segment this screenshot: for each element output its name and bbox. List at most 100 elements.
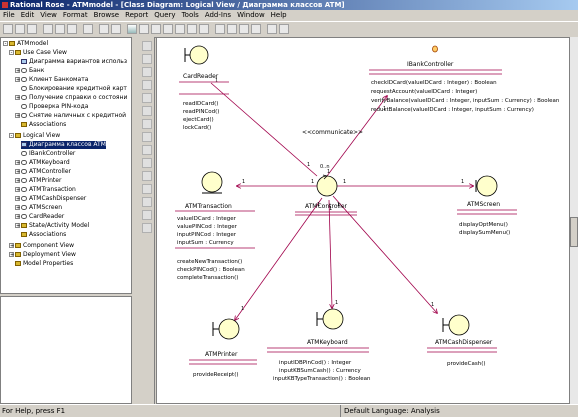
- assoc-controller-cash[interactable]: [332, 195, 437, 313]
- copy-icon[interactable]: [55, 24, 65, 34]
- expand-icon[interactable]: +: [15, 95, 20, 101]
- tree-item[interactable]: + Снятие наличных с кредитной: [15, 112, 126, 120]
- selection-arrow-icon[interactable]: [142, 41, 152, 51]
- browse-class-diagram-icon[interactable]: [127, 24, 137, 34]
- collapse-icon[interactable]: -: [3, 41, 8, 47]
- zoom-out-icon[interactable]: [227, 24, 237, 34]
- class-atmtransaction[interactable]: ATMTransaction valueIDCard : Integer val…: [175, 171, 255, 281]
- tree-item[interactable]: + Получение справки о состояни: [15, 94, 127, 102]
- cut-icon[interactable]: [43, 24, 53, 34]
- expand-icon[interactable]: +: [15, 68, 20, 74]
- browse-interaction-icon[interactable]: [139, 24, 149, 34]
- expand-icon[interactable]: +: [15, 178, 20, 184]
- browse-state-icon[interactable]: [163, 24, 173, 34]
- tree-item[interactable]: + ATMScreen: [15, 204, 62, 212]
- menu-edit[interactable]: Edit: [18, 11, 38, 19]
- class-tool-icon[interactable]: [142, 93, 152, 103]
- browse-parent-icon[interactable]: [187, 24, 197, 34]
- expand-icon[interactable]: +: [15, 205, 20, 211]
- tree-item[interactable]: + ATMPrinter: [15, 177, 61, 185]
- boundary-tool-icon[interactable]: [142, 197, 152, 207]
- class-atmcashdispenser[interactable]: ATMCashDispenser provideCash(): [427, 314, 497, 367]
- expand-icon[interactable]: +: [15, 77, 20, 83]
- tree-item-selected[interactable]: Диаграмма классов ATM: [21, 141, 106, 149]
- vertical-scrollbar[interactable]: [569, 37, 578, 404]
- association-tool-icon[interactable]: [142, 119, 152, 129]
- menu-tools[interactable]: Tools: [179, 11, 202, 19]
- class-atmcontroller[interactable]: ATMController: [295, 174, 357, 216]
- class-atmprinter[interactable]: ATMPrinter provideReceipt(): [189, 318, 257, 378]
- paste-icon[interactable]: [67, 24, 77, 34]
- class-cardreader[interactable]: CardReader readIDCard() readPINCod() eje…: [179, 45, 229, 131]
- tree-item[interactable]: + CardReader: [15, 213, 64, 221]
- context-help-icon[interactable]: [111, 24, 121, 34]
- tree-item[interactable]: + Банк: [15, 67, 44, 75]
- scroll-thumb[interactable]: [570, 217, 578, 247]
- tree-item[interactable]: Проверка PIN-кода: [21, 103, 88, 111]
- new-icon[interactable]: [3, 24, 13, 34]
- browse-previous-icon[interactable]: [199, 24, 209, 34]
- unidirectional-association-icon[interactable]: [142, 132, 152, 142]
- menu-window[interactable]: Window: [234, 11, 268, 19]
- menu-report[interactable]: Report: [122, 11, 151, 19]
- collapse-icon[interactable]: -: [9, 133, 14, 139]
- browse-deployment-icon[interactable]: [175, 24, 185, 34]
- menu-browse[interactable]: Browse: [91, 11, 123, 19]
- menu-view[interactable]: View: [37, 11, 60, 19]
- tree-item[interactable]: + ATMController: [15, 168, 71, 176]
- class-ibankcontroller[interactable]: IBankController checkIDCard(valueIDCard …: [369, 45, 560, 113]
- control-tool-icon[interactable]: [142, 223, 152, 233]
- zoom-in-icon[interactable]: [215, 24, 225, 34]
- tree-item[interactable]: Диаграмма вариантов использ: [21, 58, 127, 66]
- generalization-tool-icon[interactable]: [142, 171, 152, 181]
- tree-component-view[interactable]: + Component View: [9, 242, 74, 250]
- tree-root[interactable]: - ATMmodel: [3, 40, 48, 48]
- menu-add-ins[interactable]: Add-Ins: [202, 11, 234, 19]
- tree-item[interactable]: + ATMCashDispenser: [15, 195, 86, 203]
- tree-logical-view[interactable]: - Logical View: [9, 132, 60, 140]
- browse-component-icon[interactable]: [151, 24, 161, 34]
- expand-icon[interactable]: +: [15, 113, 20, 119]
- anchor-note-icon[interactable]: [142, 80, 152, 90]
- text-box-icon[interactable]: [142, 54, 152, 64]
- layout-icon[interactable]: [267, 24, 277, 34]
- tree-item[interactable]: IBankController: [21, 150, 75, 158]
- tree-item[interactable]: + Клиент Банкомата: [15, 76, 88, 84]
- expand-icon[interactable]: +: [9, 252, 14, 258]
- tree-item[interactable]: Associations: [21, 231, 66, 239]
- class-atmkeyboard[interactable]: ATMKeyboard inputIDBPinCod() : Integer i…: [267, 308, 371, 382]
- menu-file[interactable]: File: [0, 11, 18, 19]
- expand-icon[interactable]: +: [15, 169, 20, 175]
- assoc-controller-keyboard[interactable]: [328, 199, 332, 308]
- note-icon[interactable]: [142, 67, 152, 77]
- collapse-icon[interactable]: -: [9, 50, 14, 56]
- expand-icon[interactable]: +: [15, 223, 20, 229]
- print-icon[interactable]: [83, 24, 93, 34]
- properties-icon[interactable]: [279, 24, 289, 34]
- tree-item[interactable]: Associations: [21, 121, 66, 129]
- assoc-controller-printer[interactable]: [235, 197, 323, 320]
- open-icon[interactable]: [15, 24, 25, 34]
- fit-in-window-icon[interactable]: [239, 24, 249, 34]
- entity-tool-icon[interactable]: [142, 210, 152, 220]
- menu-format[interactable]: Format: [60, 11, 91, 19]
- class-atmscreen[interactable]: ATMScreen displayOptMenu() displaySumMen…: [457, 175, 517, 236]
- menu-help[interactable]: Help: [268, 11, 290, 19]
- realize-tool-icon[interactable]: [142, 184, 152, 194]
- expand-icon[interactable]: +: [15, 196, 20, 202]
- interface-tool-icon[interactable]: [142, 106, 152, 116]
- tree-item[interactable]: + State/Activity Model: [15, 222, 89, 230]
- class-diagram-canvas[interactable]: 1 1 0..n 1 1 1 1 1 1 1 1 1 1 1 1 <<commu…: [156, 37, 570, 404]
- expand-icon[interactable]: +: [15, 187, 20, 193]
- menu-query[interactable]: Query: [151, 11, 178, 19]
- expand-icon[interactable]: +: [15, 160, 20, 166]
- documentation-pane[interactable]: [0, 296, 132, 404]
- tree-deployment-view[interactable]: + Deployment View: [9, 251, 76, 259]
- save-icon[interactable]: [27, 24, 37, 34]
- help-icon[interactable]: [99, 24, 109, 34]
- tree-item[interactable]: + ATMKeyboard: [15, 159, 70, 167]
- expand-icon[interactable]: +: [15, 214, 20, 220]
- dependency-tool-icon[interactable]: [142, 158, 152, 168]
- tree-use-case-view[interactable]: - Use Case View: [9, 49, 67, 57]
- package-tool-icon[interactable]: [142, 145, 152, 155]
